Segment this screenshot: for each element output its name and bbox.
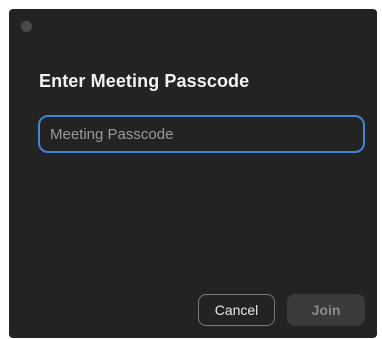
dialog-title: Enter Meeting Passcode xyxy=(39,71,250,91)
passcode-dialog: Enter Meeting Passcode Cancel Join xyxy=(9,9,377,338)
window-close-dot-icon[interactable] xyxy=(21,21,32,32)
cancel-button[interactable]: Cancel xyxy=(198,294,275,326)
join-button[interactable]: Join xyxy=(287,294,365,326)
meeting-passcode-input[interactable] xyxy=(38,115,365,153)
